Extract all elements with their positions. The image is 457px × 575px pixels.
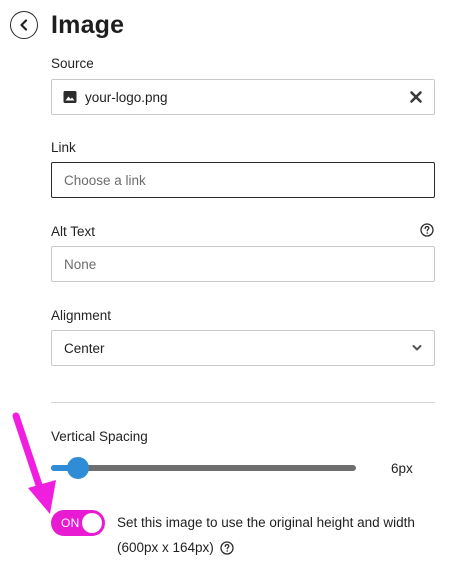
back-button[interactable] xyxy=(10,11,38,39)
original-size-toggle[interactable]: ON xyxy=(51,510,105,536)
link-label: Link xyxy=(51,140,76,155)
vertical-spacing-label: Vertical Spacing xyxy=(51,429,148,444)
alignment-select[interactable]: Center xyxy=(51,330,435,366)
toggle-state-label: ON xyxy=(61,516,80,530)
close-icon[interactable] xyxy=(409,90,423,104)
alt-text-input[interactable]: None xyxy=(51,246,435,282)
question-circle-icon[interactable] xyxy=(220,540,234,555)
link-input[interactable]: Choose a link xyxy=(51,162,435,198)
toggle-knob xyxy=(82,513,102,533)
image-icon xyxy=(63,90,77,104)
source-filename: your-logo.png xyxy=(85,89,168,105)
alt-text-placeholder: None xyxy=(64,256,97,272)
page-title: Image xyxy=(51,10,125,39)
chevron-left-icon xyxy=(20,19,28,31)
link-placeholder: Choose a link xyxy=(64,172,146,188)
source-label: Source xyxy=(51,56,94,71)
source-field[interactable]: your-logo.png xyxy=(51,79,435,115)
section-divider xyxy=(51,402,435,403)
alignment-label: Alignment xyxy=(51,308,112,323)
alignment-selected-value: Center xyxy=(64,340,105,356)
alt-text-label: Alt Text xyxy=(51,224,96,239)
chevron-down-icon xyxy=(412,344,422,352)
original-size-dimensions: (600px x 164px) xyxy=(117,540,214,555)
original-size-dimensions-row: (600px x 164px) xyxy=(117,540,234,555)
original-size-description: Set this image to use the original heigh… xyxy=(117,515,415,530)
panel-header: Image xyxy=(10,8,124,42)
question-circle-icon[interactable] xyxy=(420,223,434,237)
vertical-spacing-slider-track[interactable] xyxy=(51,465,356,471)
vertical-spacing-value: 6px xyxy=(391,461,413,476)
vertical-spacing-slider-thumb[interactable] xyxy=(67,457,90,479)
